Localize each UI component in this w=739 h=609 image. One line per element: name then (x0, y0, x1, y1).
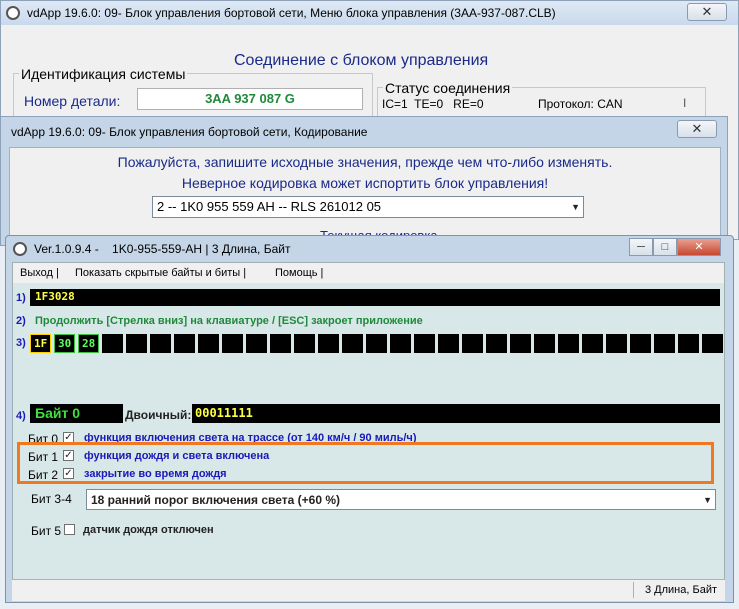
highlight-box (17, 442, 714, 484)
menu-item-help[interactable]: Помощь | (275, 267, 323, 279)
middle-window-close-button[interactable]: ✕ (677, 120, 717, 138)
empty-byte-cell[interactable] (150, 334, 171, 353)
middle-window-titlebar: vdApp 19.6.0: 09- Блок управления бортов… (1, 117, 727, 143)
empty-byte-cell[interactable] (630, 334, 651, 353)
empty-byte-cell[interactable] (606, 334, 627, 353)
text-cursor: I (683, 96, 687, 110)
empty-byte-cell[interactable] (462, 334, 483, 353)
connection-status-text: IC=1 TE=0 RE=0 (382, 97, 484, 111)
empty-byte-cell[interactable] (294, 334, 315, 353)
empty-byte-cell[interactable] (102, 334, 123, 353)
binary-label: Двоичный: (125, 408, 192, 422)
empty-byte-cell[interactable] (390, 334, 411, 353)
empty-byte-cell[interactable] (654, 334, 675, 353)
empty-byte-cell[interactable] (702, 334, 723, 353)
ident-group-label: Идентификация системы (19, 66, 188, 82)
part-number-label: Номер детали: (24, 93, 121, 109)
byte-cell-value: 30 (58, 337, 72, 350)
row-4-number: 4) (16, 410, 26, 422)
row-1-number: 1) (16, 292, 26, 304)
back-window-heading: Соединение с блоком управления (234, 52, 489, 69)
status-bar-divider (633, 582, 634, 598)
byte-cell-value: 28 (82, 337, 96, 350)
empty-byte-cell[interactable] (678, 334, 699, 353)
bit-34-value: 18 ранний порог включения света (+60 %) (91, 493, 341, 507)
middle-window-client: Пожалуйста, запишите исходные значения, … (9, 147, 721, 247)
front-window-title: Ver.1.0.9.4 - 1K0-955-559-AH | 3 Длина, … (34, 242, 291, 256)
minimize-button[interactable]: ─ (629, 238, 653, 256)
status-bar-text: 3 Длина, Байт (645, 584, 718, 596)
front-window-titlebar: Ver.1.0.9.4 - 1K0-955-559-AH | 3 Длина, … (6, 236, 733, 262)
row-3-number: 3) (16, 337, 26, 349)
menu-item-exit[interactable]: Выход | (20, 267, 59, 279)
byte-cell-value: 1F (34, 337, 48, 350)
middle-window-title: vdApp 19.6.0: 09- Блок управления бортов… (11, 125, 368, 139)
row-1-value: 1F3028 (35, 290, 75, 303)
empty-byte-cell[interactable] (342, 334, 363, 353)
back-window-title: vdApp 19.6.0: 09- Блок управления бортов… (27, 6, 556, 20)
app-icon (6, 6, 20, 20)
front-window-client: Выход | Показать скрытые байты и биты | … (12, 262, 725, 600)
byte-label: Байт 0 (35, 405, 80, 421)
back-window-close-button[interactable]: ✕ (687, 3, 727, 21)
middle-window: vdApp 19.6.0: 09- Блок управления бортов… (0, 116, 728, 247)
chevron-down-icon: ▼ (571, 202, 580, 212)
empty-byte-cell[interactable] (246, 334, 267, 353)
menu-item-show-hidden[interactable]: Показать скрытые байты и биты | (75, 267, 246, 279)
empty-byte-cell[interactable] (366, 334, 387, 353)
row-1-field[interactable]: 1F3028 (30, 289, 720, 306)
front-window: Ver.1.0.9.4 - 1K0-955-559-AH | 3 Длина, … (5, 235, 734, 603)
chevron-down-icon: ▼ (703, 495, 712, 505)
empty-byte-cell[interactable] (222, 334, 243, 353)
empty-byte-cell[interactable] (270, 334, 291, 353)
protocol-text: Протокол: CAN (538, 97, 623, 111)
byte-cell[interactable]: 30 (54, 334, 75, 353)
empty-byte-cell[interactable] (318, 334, 339, 353)
empty-byte-cell[interactable] (558, 334, 579, 353)
empty-byte-cell[interactable] (582, 334, 603, 353)
back-window-titlebar: vdApp 19.6.0: 09- Блок управления бортов… (1, 1, 738, 25)
bit-34-dropdown[interactable]: 18 ранний порог включения света (+60 %) … (86, 489, 716, 510)
bit-5-label: Бит 5 (31, 524, 62, 538)
coding-dropdown-value: 2 -- 1K0 955 559 AH -- RLS 261012 05 (157, 199, 382, 214)
empty-byte-cell[interactable] (438, 334, 459, 353)
menu-bar: Выход | Показать скрытые байты и биты | … (13, 263, 724, 283)
empty-byte-cell[interactable] (414, 334, 435, 353)
row-2-number: 2) (16, 315, 26, 327)
empty-byte-cell[interactable] (174, 334, 195, 353)
status-group-label: Статус соединения (383, 80, 513, 96)
empty-byte-cell[interactable] (510, 334, 531, 353)
bit-34-label: Бит 3-4 (31, 492, 72, 506)
app-icon (13, 242, 27, 256)
binary-field[interactable]: 00011111 (192, 404, 720, 423)
maximize-button[interactable]: □ (653, 238, 677, 256)
byte-cell[interactable]: 1F (30, 334, 51, 353)
part-number-field[interactable]: 3AA 937 087 G (137, 88, 363, 110)
empty-byte-cell[interactable] (486, 334, 507, 353)
empty-byte-cell[interactable] (198, 334, 219, 353)
row-2-instruction: Продолжить [Стрелка вниз] на клавиатуре … (35, 315, 423, 327)
bit-5-checkbox[interactable] (64, 524, 75, 535)
empty-byte-cell[interactable] (534, 334, 555, 353)
byte-label-box: Байт 0 (30, 404, 123, 423)
status-bar: 3 Длина, Байт (12, 579, 725, 601)
warning-message-2: Неверное кодировка может испортить блок … (181, 175, 549, 191)
empty-byte-cell[interactable] (126, 334, 147, 353)
bit-5-text: датчик дождя отключен (83, 524, 214, 536)
binary-value: 00011111 (195, 406, 253, 420)
byte-cell[interactable]: 28 (78, 334, 99, 353)
coding-dropdown[interactable]: 2 -- 1K0 955 559 AH -- RLS 261012 05 ▼ (152, 196, 584, 218)
close-button[interactable]: ✕ (677, 238, 721, 256)
warning-message-1: Пожалуйста, запишите исходные значения, … (117, 154, 613, 170)
